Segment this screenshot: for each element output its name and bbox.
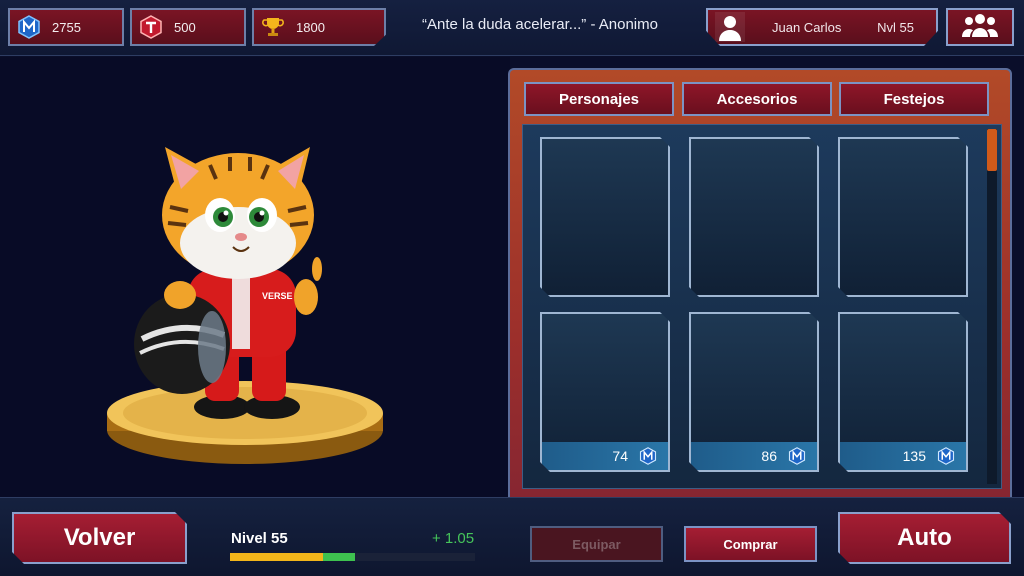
character-stage: VERSE (0, 57, 510, 497)
currency-value-trophies: 1800 (296, 19, 325, 35)
item-price: 135 (902, 448, 926, 464)
item-grid: 74 86 135 (522, 124, 1002, 489)
metaverse-token-icon (787, 446, 807, 466)
inventory-panel: Personajes Accesorios Festejos 74 86 135 (508, 68, 1012, 516)
trophy-icon (260, 14, 286, 40)
price-strip: 135 (840, 442, 966, 470)
currency-value-tokens: 2755 (52, 19, 81, 35)
profile-name: Juan Carlos (772, 19, 842, 35)
tab-festejos[interactable]: Festejos (839, 82, 989, 116)
friends-button[interactable] (946, 8, 1014, 46)
t-token-icon (138, 14, 164, 40)
xp-gain-fill (323, 553, 355, 561)
item-card[interactable]: 86 (689, 312, 819, 472)
xp-gain-text: + 1.05 (432, 530, 475, 547)
item-card[interactable] (689, 137, 819, 297)
quote-text: “Ante la duda acelerar...” - Anonimo (422, 16, 658, 33)
profile-button[interactable]: Juan Carlos Nvl 55 (706, 8, 938, 46)
item-price: 74 (612, 448, 628, 464)
currency-chip-tokens: 2755 (8, 8, 124, 46)
metaverse-token-icon (638, 446, 658, 466)
price-strip: 74 (542, 442, 668, 470)
buy-button[interactable]: Comprar (684, 526, 817, 562)
back-button[interactable]: Volver (12, 512, 187, 564)
level-label: Nivel 55 (231, 530, 288, 547)
currency-chip-t: 500 (130, 8, 246, 46)
item-price: 86 (761, 448, 777, 464)
xp-progress-bar (230, 553, 475, 561)
metaverse-token-icon (16, 14, 42, 40)
price-strip: 86 (691, 442, 817, 470)
currency-value-t: 500 (174, 19, 196, 35)
item-card[interactable]: 135 (838, 312, 968, 472)
tab-personajes[interactable]: Personajes (524, 82, 674, 116)
item-card[interactable] (540, 137, 670, 297)
metaverse-token-icon (936, 446, 956, 466)
tiger-racer-character: VERSE (107, 147, 383, 464)
scroll-thumb[interactable] (987, 129, 997, 171)
equip-button[interactable]: Equipar (530, 526, 663, 562)
item-card[interactable] (838, 137, 968, 297)
auto-button[interactable]: Auto (838, 512, 1011, 564)
friends-group-icon (961, 12, 999, 43)
xp-progress-fill (230, 553, 324, 561)
item-card[interactable]: 74 (540, 312, 670, 472)
profile-level: Nvl 55 (877, 19, 914, 35)
currency-chip-trophies: 1800 (252, 8, 386, 46)
grid-scrollbar[interactable] (987, 129, 997, 484)
tab-accesorios[interactable]: Accesorios (682, 82, 832, 116)
svg-text:VERSE: VERSE (262, 291, 293, 301)
user-avatar-icon (708, 10, 752, 44)
